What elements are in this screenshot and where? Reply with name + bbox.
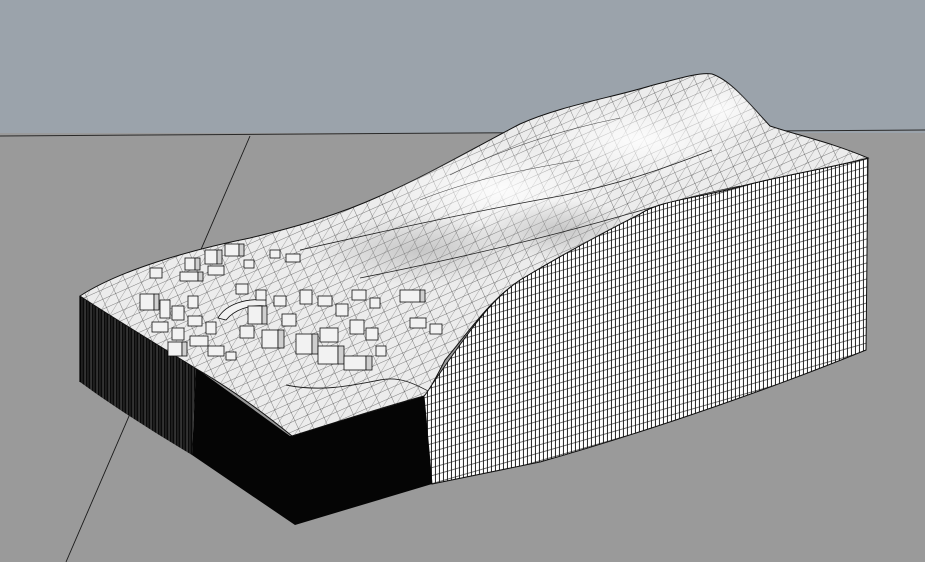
- 3d-viewport[interactable]: [0, 0, 925, 562]
- building: [317, 345, 345, 365]
- building: [207, 345, 225, 357]
- building: [247, 305, 268, 325]
- building: [349, 319, 365, 335]
- building: [204, 249, 223, 265]
- building: [184, 257, 201, 271]
- building: [171, 305, 185, 321]
- building: [351, 289, 367, 301]
- building: [159, 299, 171, 319]
- sky-background: [0, 0, 925, 133]
- building: [239, 325, 255, 339]
- building: [335, 303, 349, 317]
- building: [255, 289, 267, 301]
- building: [281, 313, 297, 327]
- building: [149, 267, 163, 279]
- building: [365, 327, 379, 341]
- building: [429, 323, 443, 335]
- building: [151, 321, 169, 333]
- building: [299, 289, 313, 305]
- building: [343, 355, 373, 371]
- building: [207, 265, 225, 276]
- building: [225, 351, 237, 361]
- building: [273, 295, 287, 307]
- building: [269, 249, 281, 259]
- building: [187, 315, 203, 327]
- building: [317, 295, 333, 307]
- building: [285, 253, 301, 263]
- viewport-canvas[interactable]: [0, 0, 925, 562]
- building: [399, 289, 426, 303]
- building: [243, 259, 255, 269]
- building: [235, 283, 249, 295]
- building: [295, 333, 319, 355]
- building: [139, 293, 160, 311]
- building: [205, 321, 217, 335]
- building: [375, 345, 387, 357]
- building: [261, 329, 285, 349]
- building: [369, 297, 381, 309]
- building: [189, 335, 209, 347]
- building: [409, 317, 427, 329]
- building: [179, 271, 204, 282]
- building: [171, 327, 185, 341]
- building: [319, 327, 339, 343]
- building: [167, 341, 188, 357]
- building: [187, 295, 199, 309]
- building: [224, 243, 245, 257]
